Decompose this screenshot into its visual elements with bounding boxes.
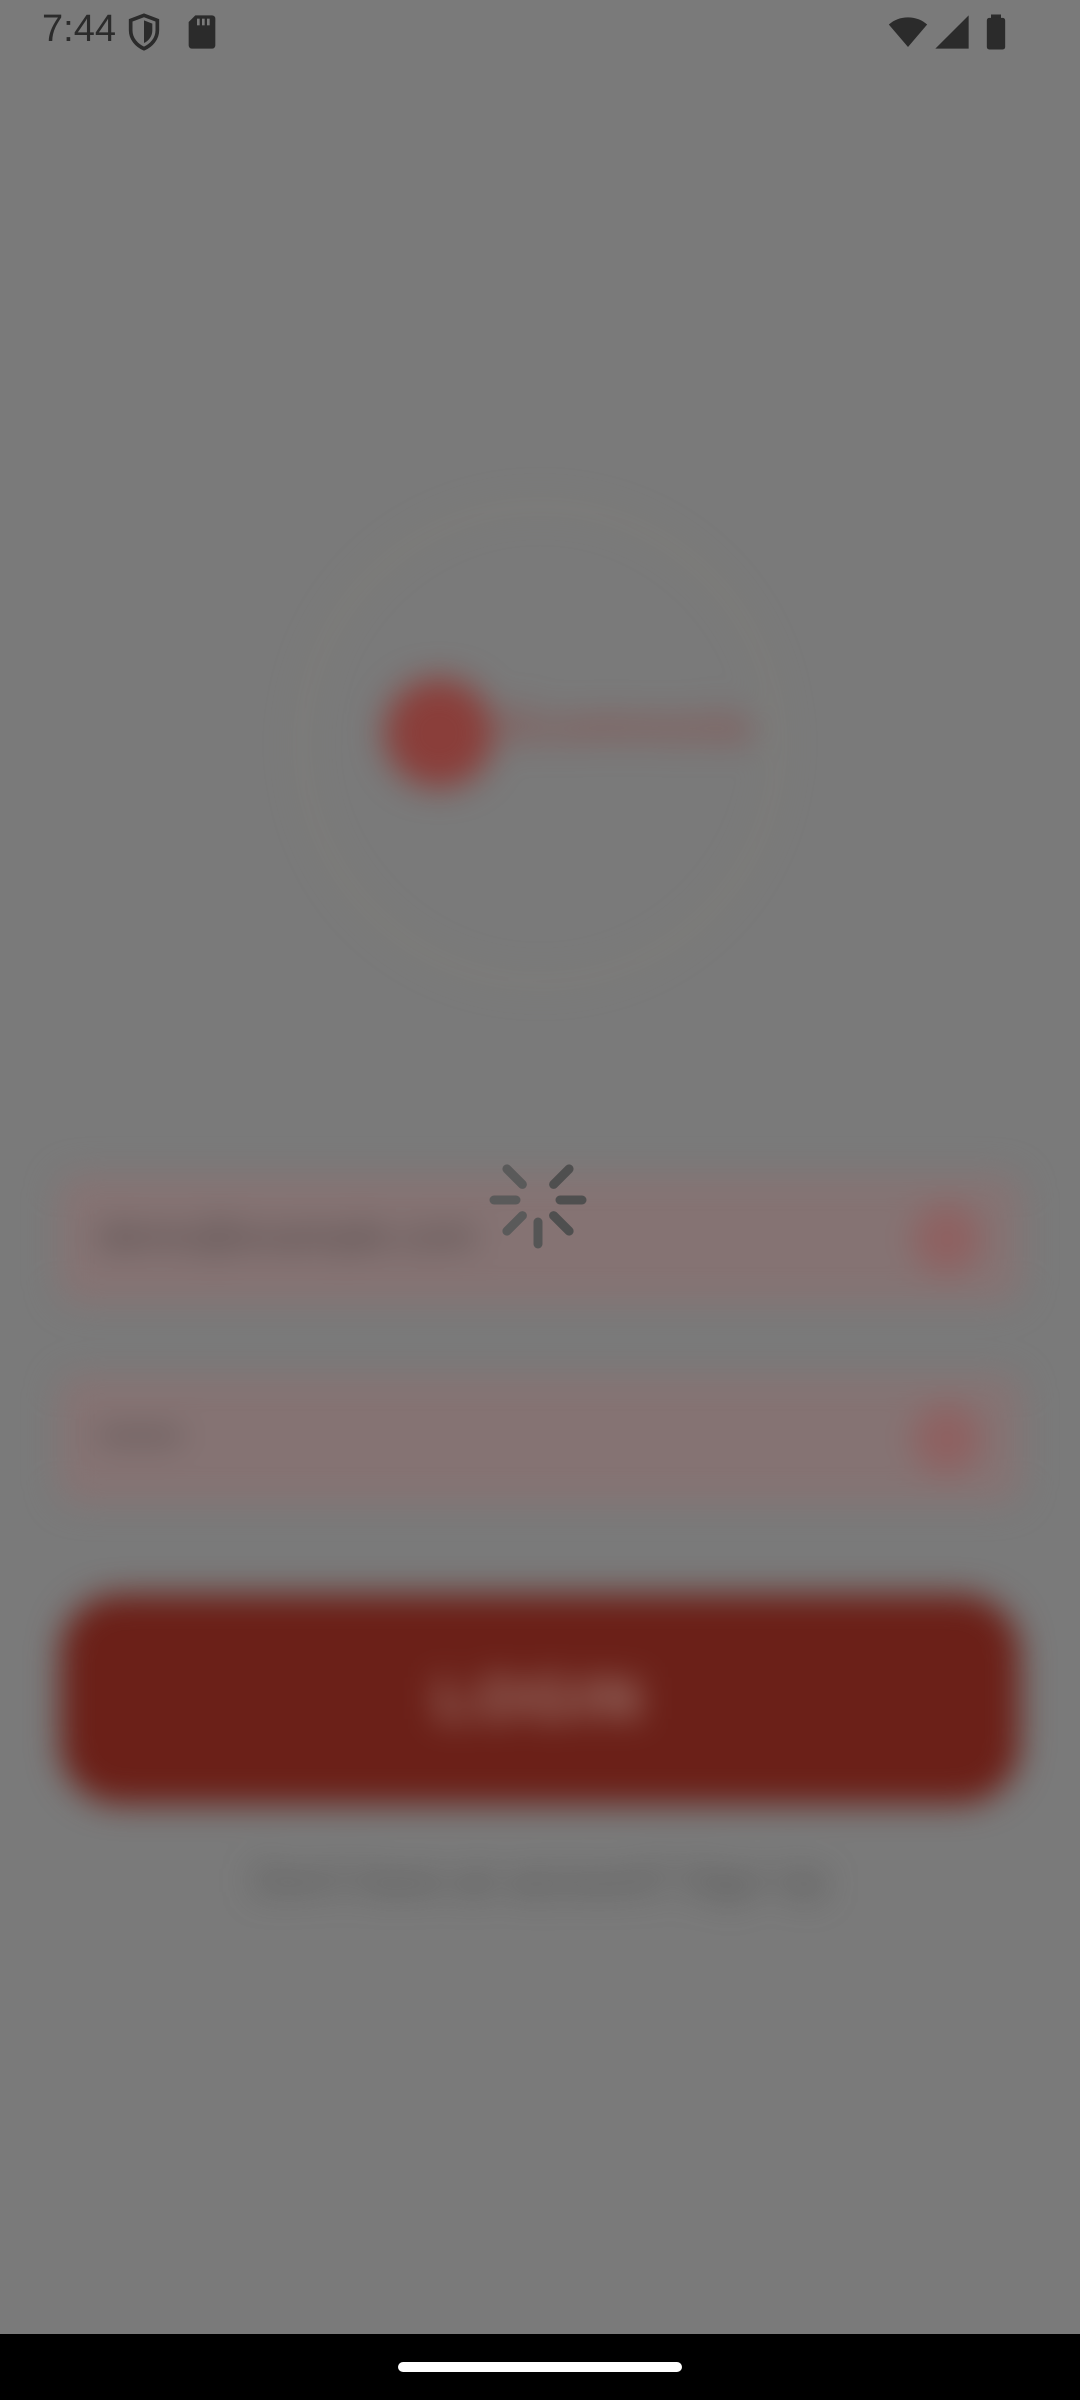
logo-text: Ecomnosia [504, 699, 750, 751]
email-icon [912, 1204, 982, 1274]
app-logo: Ecomnosia [300, 504, 780, 984]
visibility-icon[interactable] [912, 1404, 982, 1474]
password-field[interactable]: •••••• [58, 1374, 1022, 1504]
email-value: demo@example.com [98, 1214, 477, 1258]
sd-card-icon [182, 12, 222, 52]
signal-icon [932, 12, 972, 52]
login-button-label: LOGIN [435, 1665, 645, 1732]
signup-link[interactable]: Don't have an account? Sign Up [0, 1859, 1080, 1904]
shield-icon [124, 12, 164, 52]
spinner-icon [478, 1140, 598, 1260]
status-bar: 7:44 [0, 0, 1080, 64]
login-button[interactable]: LOGIN [60, 1594, 1020, 1804]
navigation-bar [0, 2334, 1080, 2400]
status-time: 7:44 [42, 8, 116, 50]
password-value: •••••• [98, 1414, 183, 1458]
wifi-icon [888, 12, 928, 52]
logo-mark [384, 678, 494, 788]
home-handle[interactable] [398, 2362, 682, 2372]
battery-icon [976, 12, 1016, 52]
